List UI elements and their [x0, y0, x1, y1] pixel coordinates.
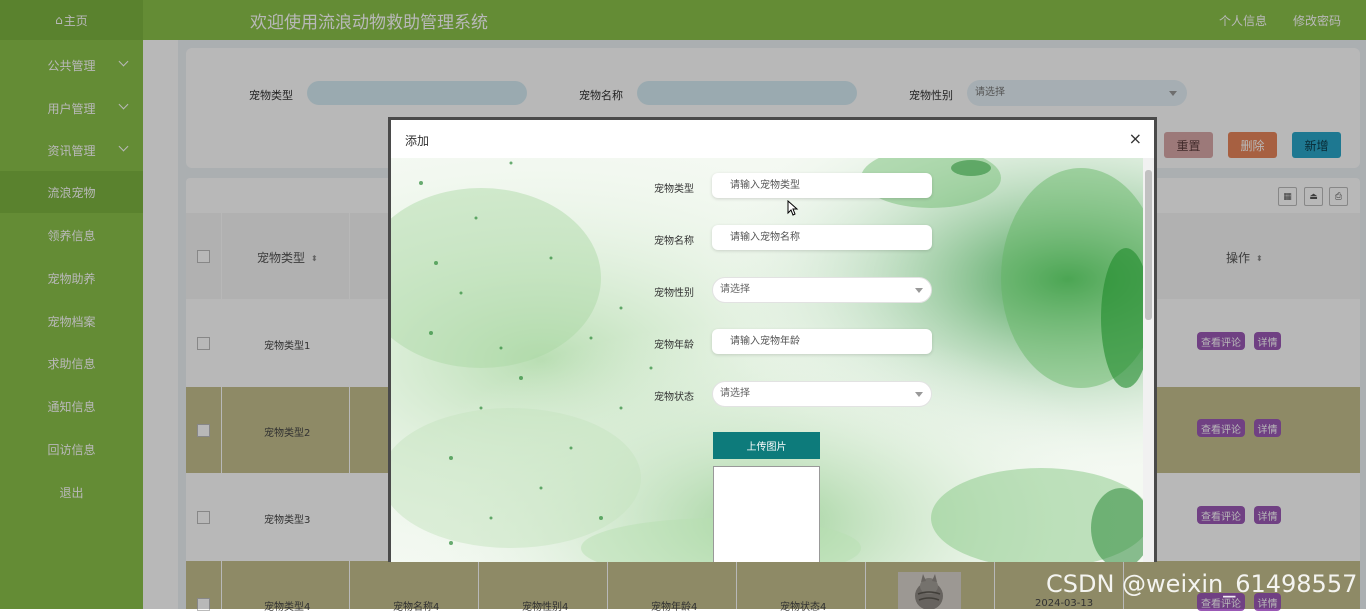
- dialog-scrollbar[interactable]: [1143, 158, 1154, 562]
- close-icon[interactable]: ×: [1129, 129, 1142, 148]
- status-select-value: 请选择: [720, 388, 750, 399]
- image-preview-box: [713, 466, 820, 562]
- type-label: 宠物类型: [654, 184, 694, 195]
- mouse-cursor-icon: [787, 200, 799, 216]
- type-input[interactable]: 请输入宠物类型: [712, 173, 932, 198]
- dialog-title: 添加: [405, 134, 430, 148]
- gender-label: 宠物性别: [654, 288, 694, 299]
- caret-down-icon: [915, 288, 923, 293]
- name-label: 宠物名称: [654, 236, 694, 247]
- watermark: CSDN @weixin_61498557: [1046, 570, 1358, 598]
- status-select[interactable]: 请选择: [712, 381, 932, 407]
- scrollbar-thumb[interactable]: [1145, 170, 1152, 320]
- dialog-body: 宠物类型 请输入宠物类型 宠物名称 请输入宠物名称 宠物性别 请选择 宠物年龄 …: [391, 158, 1143, 562]
- status-label: 宠物状态: [654, 392, 694, 403]
- add-dialog: 添加 × 宠物类型 请输入宠物类型 宠物名称 请输入宠物名称 宠物性别 请选择 …: [388, 117, 1157, 562]
- age-input[interactable]: 请输入宠物年龄: [712, 329, 932, 354]
- age-label: 宠物年龄: [654, 340, 694, 351]
- dialog-header: 添加 ×: [391, 120, 1154, 158]
- upload-image-button[interactable]: 上传图片: [713, 432, 820, 459]
- name-input[interactable]: 请输入宠物名称: [712, 225, 932, 250]
- gender-select[interactable]: 请选择: [712, 277, 932, 303]
- caret-down-icon: [915, 392, 923, 397]
- gender-select-value: 请选择: [720, 284, 750, 295]
